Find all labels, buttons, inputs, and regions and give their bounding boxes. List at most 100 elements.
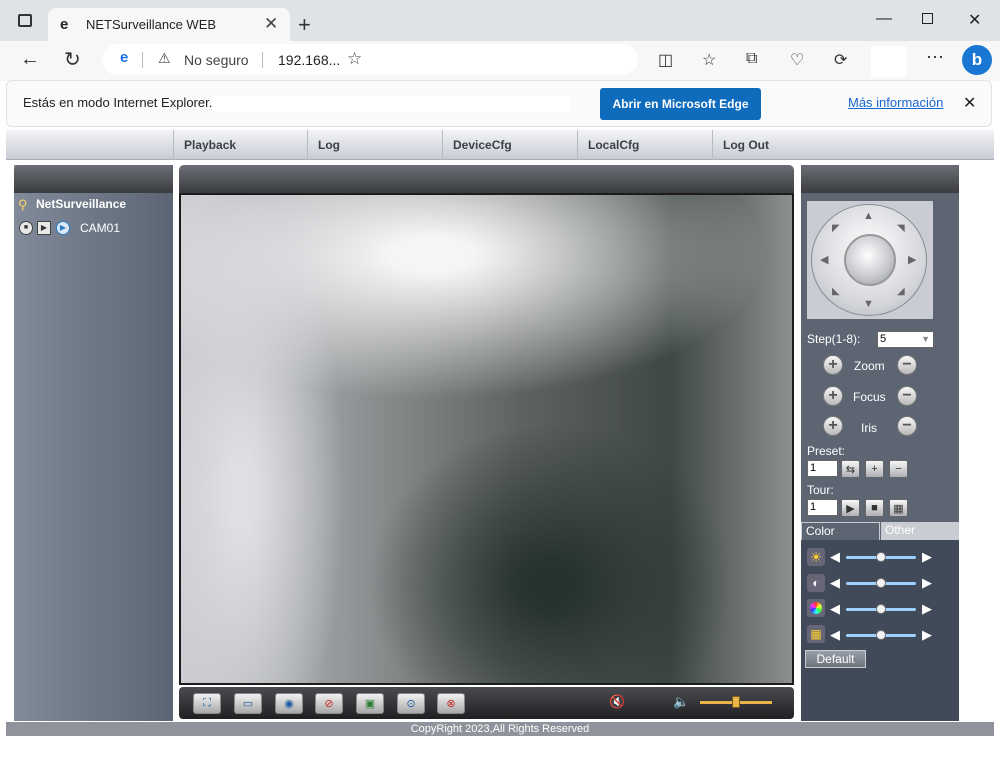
- fullscreen-icon[interactable]: ⛶: [193, 693, 221, 714]
- saturation-decrease-icon[interactable]: ◀: [830, 601, 840, 617]
- tour-stop-icon[interactable]: ■: [865, 499, 884, 517]
- stop-record-icon[interactable]: ⊘: [315, 693, 343, 714]
- tab-close-icon[interactable]: ✕: [264, 14, 278, 34]
- menu-log[interactable]: Log: [307, 130, 441, 160]
- ptz-right-icon[interactable]: ▶: [908, 253, 916, 266]
- ie-mode-icon: e: [60, 16, 69, 33]
- tour-play-icon[interactable]: ▶: [841, 499, 860, 517]
- ptz-down-left-icon[interactable]: ◣: [832, 286, 840, 297]
- warning-icon[interactable]: ⚠: [158, 50, 171, 67]
- tab-other[interactable]: Other: [881, 522, 959, 540]
- menu-logout[interactable]: Log Out: [712, 130, 846, 160]
- hue-increase-icon[interactable]: ▶: [922, 627, 932, 643]
- brightness-increase-icon[interactable]: ▶: [922, 549, 932, 565]
- volume-knob[interactable]: [732, 696, 740, 708]
- ptz-left-icon[interactable]: ◀: [820, 253, 828, 266]
- single-view-icon[interactable]: ▭: [234, 693, 262, 714]
- health-icon[interactable]: ♡: [790, 50, 804, 70]
- step-select[interactable]: 5 ▼: [877, 331, 934, 348]
- contrast-decrease-icon[interactable]: ◀: [830, 575, 840, 591]
- preset-add-icon[interactable]: +: [865, 460, 884, 478]
- ie-mode-refresh-icon[interactable]: ⟳: [834, 50, 847, 70]
- focus-near-button[interactable]: +: [823, 386, 843, 406]
- ptz-panel: ▲ ▼ ◀ ▶ ◤ ◥ ◣ ◢ Step(1-8): 5 ▼ + Zoom − …: [801, 165, 959, 721]
- open-all-icon[interactable]: ⊙: [397, 693, 425, 714]
- device-tree-panel: ⚲ NetSurveillance ■ ▶ ▶ CAM01: [14, 165, 173, 721]
- talk-mute-icon[interactable]: 🔇: [609, 694, 625, 710]
- ptz-up-icon[interactable]: ▲: [863, 210, 874, 222]
- menu-localcfg[interactable]: LocalCfg: [577, 130, 711, 160]
- ptz-up-right-icon[interactable]: ◥: [897, 223, 905, 234]
- window-close-icon[interactable]: ✕: [968, 10, 981, 30]
- contrast-knob[interactable]: [876, 578, 886, 588]
- video-feed[interactable]: [179, 193, 794, 685]
- record-icon[interactable]: ◉: [275, 693, 303, 714]
- tour-input[interactable]: 1: [807, 499, 838, 516]
- ptz-up-left-icon[interactable]: ◤: [832, 223, 840, 234]
- back-icon[interactable]: ←: [20, 48, 40, 71]
- divider: [142, 52, 143, 68]
- security-label[interactable]: No seguro: [184, 52, 249, 68]
- new-tab-icon[interactable]: +: [298, 12, 311, 38]
- tab-actions-icon[interactable]: [18, 14, 32, 27]
- zoom-out-button[interactable]: −: [897, 355, 917, 375]
- tour-grid-icon[interactable]: ▦: [889, 499, 908, 517]
- preset-input[interactable]: 1: [807, 460, 838, 477]
- tab-color[interactable]: Color: [801, 522, 880, 540]
- address-bar[interactable]: e ⚠ No seguro 192.168... ☆: [102, 44, 638, 75]
- hue-knob[interactable]: [876, 630, 886, 640]
- preset-goto-icon[interactable]: ⇆: [841, 460, 860, 478]
- saturation-knob[interactable]: [876, 604, 886, 614]
- stop-icon[interactable]: ■: [19, 221, 33, 235]
- tree-root-label[interactable]: NetSurveillance: [36, 197, 126, 211]
- panel-header: [14, 165, 173, 193]
- split-screen-icon[interactable]: ◫: [658, 50, 673, 70]
- camera-stream-icon[interactable]: ▶: [56, 221, 70, 235]
- camera-label[interactable]: CAM01: [80, 221, 120, 235]
- brightness-decrease-icon[interactable]: ◀: [830, 549, 840, 565]
- favorites-icon[interactable]: ☆: [702, 50, 716, 70]
- focus-far-button[interactable]: −: [897, 386, 917, 406]
- ptz-dial: ▲ ▼ ◀ ▶ ◤ ◥ ◣ ◢: [811, 204, 927, 316]
- copyright-footer: CopyRight 2023,All Rights Reserved: [6, 722, 994, 736]
- url-text[interactable]: 192.168...: [278, 52, 340, 68]
- close-all-icon[interactable]: ⊗: [437, 693, 465, 714]
- bing-copilot-icon[interactable]: b: [962, 45, 992, 75]
- more-info-link[interactable]: Más información: [848, 95, 943, 110]
- volume-icon[interactable]: 🔈: [673, 694, 689, 710]
- brightness-knob[interactable]: [876, 552, 886, 562]
- iris-open-button[interactable]: +: [823, 416, 843, 436]
- step-label: Step(1-8):: [807, 332, 861, 346]
- menu-devicecfg[interactable]: DeviceCfg: [442, 130, 576, 160]
- more-options-icon[interactable]: ⋯: [926, 47, 944, 68]
- saturation-increase-icon[interactable]: ▶: [922, 601, 932, 617]
- preset-remove-icon[interactable]: −: [889, 460, 908, 478]
- menu-playback[interactable]: Playback: [173, 130, 306, 160]
- ptz-down-icon[interactable]: ▼: [863, 298, 874, 310]
- ptz-center-button[interactable]: [844, 234, 896, 286]
- open-in-edge-button[interactable]: Abrir en Microsoft Edge: [600, 88, 761, 120]
- maximize-icon[interactable]: [922, 13, 933, 24]
- iris-close-button[interactable]: −: [897, 416, 917, 436]
- minimize-icon[interactable]: —: [876, 10, 892, 28]
- browser-titlebar: e NETSurveillance WEB ✕ + — ✕: [0, 0, 1000, 41]
- preset-label: Preset:: [807, 444, 846, 458]
- collections-icon[interactable]: ⧉: [746, 50, 757, 68]
- play-icon[interactable]: ▶: [37, 221, 51, 235]
- contrast-increase-icon[interactable]: ▶: [922, 575, 932, 591]
- snapshot-icon[interactable]: ▣: [356, 693, 384, 714]
- infobar-close-icon[interactable]: ✕: [963, 93, 976, 113]
- extension-slot: [871, 46, 906, 77]
- browser-tab[interactable]: e NETSurveillance WEB ✕: [48, 8, 290, 41]
- ptz-down-right-icon[interactable]: ◢: [897, 286, 905, 297]
- favorite-star-icon[interactable]: ☆: [347, 49, 362, 69]
- hue-decrease-icon[interactable]: ◀: [830, 627, 840, 643]
- zoom-in-button[interactable]: +: [823, 355, 843, 375]
- zoom-label: Zoom: [854, 359, 885, 373]
- tab-title: NETSurveillance WEB: [86, 17, 217, 32]
- default-button[interactable]: Default: [805, 650, 866, 668]
- refresh-icon[interactable]: ↻: [64, 47, 81, 72]
- surveillance-page: Playback Log DeviceCfg LocalCfg Log Out …: [6, 130, 994, 759]
- divider: [262, 52, 263, 68]
- dropdown-arrow-icon: ▼: [921, 334, 930, 344]
